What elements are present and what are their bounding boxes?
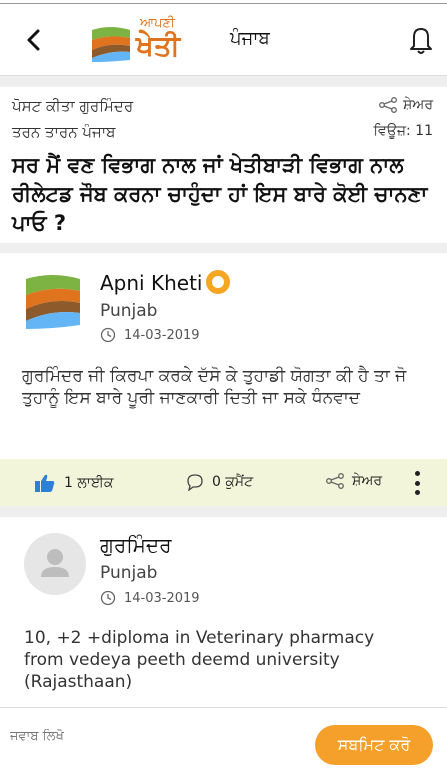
answer-date-text: 14-03-2019 (124, 590, 200, 606)
question-card: ਪੋਸਟ ਕੀਤਾ ਗੁਰਮਿੰਦਰ ਸ਼ੇਅਰ ਤਰਨ ਤਾਰਨ ਪੰਜਾਬ … (0, 87, 447, 243)
more-dot (415, 480, 420, 486)
reply-input[interactable] (10, 724, 300, 748)
notifications-button[interactable] (406, 24, 436, 56)
share-icon (379, 97, 397, 113)
answer-author: ਗੁਰਮਿੰਦਰ (100, 533, 172, 557)
answer-text: ਗੁਰਮਿੰਦਰ ਜੀ ਕਿਰਪਾ ਕਰਕੇ ਦੱਸੋ ਕੇ ਤੁਹਾਡੀ ਯੋ… (22, 366, 407, 408)
share-button[interactable]: ਸ਼ੇਅਰ (379, 97, 433, 113)
answer-date: 14-03-2019 (100, 590, 200, 606)
answer-place: Punjab (100, 563, 158, 583)
verified-badge-icon (206, 270, 230, 294)
bell-icon (410, 28, 432, 54)
view-count: ਵਿਊਜ਼: 11 (373, 123, 433, 139)
post-location: ਤਰਨ ਤਾਰਨ ਪੰਜਾਬ (12, 123, 116, 141)
answer-share-label: ਸ਼ੇਅਰ (352, 473, 383, 489)
app-logo: ਆਪਣੀ ਖੇਤੀ (90, 16, 182, 66)
back-button[interactable] (18, 24, 50, 56)
like-button[interactable]: 1 ਲਾਈਕ (34, 473, 113, 493)
question-text: ਸਰ ਮੈਂ ਵਣ ਵਿਭਾਗ ਨਾਲ ਜਾਂ ਖੇਤੀਬਾੜੀ ਵਿਭਾਗ ਨ… (12, 153, 428, 235)
more-dot (415, 490, 420, 495)
person-icon (41, 549, 69, 577)
comment-count: 0 ਕੁਮੈਂਟ (212, 474, 254, 490)
answer-actions: 1 ਲਾਈਕ 0 ਕੁਮੈਂਟ ਸ਼ੇਅਰ (0, 459, 447, 506)
answer-card: ਗੁਰਮਿੰਦਰ Punjab 14-03-2019 10, +2 +diplo… (0, 517, 447, 707)
answer-share-button[interactable]: ਸ਼ੇਅਰ (326, 473, 382, 489)
app-bar: ਆਪਣੀ ਖੇਤੀ ਪੰਜਾਬ (0, 4, 447, 76)
more-dot (415, 471, 420, 476)
like-count: 1 ਲਾਈਕ (64, 475, 114, 491)
clock-icon (100, 590, 116, 606)
submit-button[interactable]: ਸਬਮਿਟ ਕਰੋ (315, 725, 433, 765)
clock-icon (100, 327, 116, 343)
share-icon (326, 473, 344, 489)
state-selector[interactable]: ਪੰਜਾਬ (230, 28, 270, 49)
answer-place: Punjab (100, 301, 158, 321)
logo-text-big: ਖੇਤੀ (136, 29, 181, 62)
comment-icon (187, 474, 203, 491)
answer-card: Apni Kheti Punjab 14-03-2019 ਗੁਰਮਿੰਦਰ ਜੀ… (0, 253, 447, 506)
logo-mark-icon (92, 27, 130, 62)
user-avatar (24, 533, 86, 595)
more-options-button[interactable] (415, 471, 421, 495)
thumbs-up-icon (35, 474, 55, 492)
answer-text: 10, +2 +diploma in Veterinary pharmacy f… (24, 628, 375, 692)
answer-date-text: 14-03-2019 (124, 327, 200, 343)
share-label: ਸ਼ੇਅਰ (402, 97, 433, 113)
posted-by: ਪੋਸਟ ਕੀਤਾ ਗੁਰਮਿੰਦਰ (12, 97, 134, 115)
comment-button[interactable]: 0 ਕੁਮੈਂਟ (186, 473, 253, 491)
reply-bar: ਸਬਮਿਟ ਕਰੋ (0, 707, 447, 768)
answer-author: Apni Kheti (100, 271, 203, 295)
chevron-left-icon (27, 29, 40, 51)
apni-kheti-avatar (26, 275, 80, 329)
answer-date: 14-03-2019 (100, 327, 200, 343)
